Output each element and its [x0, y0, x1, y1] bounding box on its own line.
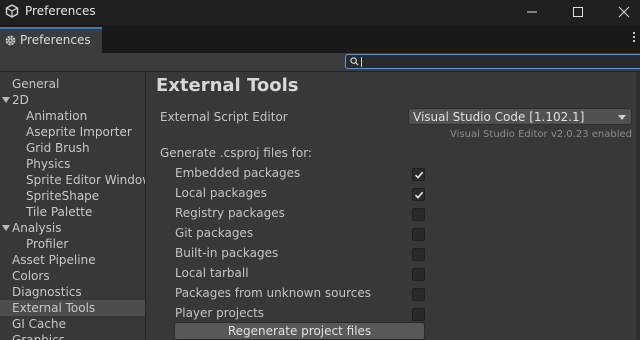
minimize-button[interactable]: [509, 0, 555, 25]
unity-logo-icon: [5, 4, 19, 18]
option-checkbox[interactable]: [412, 228, 425, 241]
option-checkbox[interactable]: [412, 268, 425, 281]
sidebar-item-label: Diagnostics: [12, 285, 82, 299]
search-input[interactable]: [345, 54, 640, 69]
sidebar-item-label: Colors: [12, 269, 50, 283]
tab-bar: Preferences: [0, 25, 640, 53]
script-editor-label: External Script Editor: [160, 110, 288, 124]
option-label: Git packages: [175, 226, 254, 240]
sidebar-item-spriteshape[interactable]: SpriteShape: [0, 188, 145, 204]
sidebar-item-label: 2D: [12, 93, 29, 107]
checkmark-icon: [414, 171, 424, 179]
sidebar-item-analysis[interactable]: Analysis: [0, 220, 145, 236]
sidebar-item-2d[interactable]: 2D: [0, 92, 145, 108]
option-checkbox[interactable]: [412, 308, 425, 321]
sidebar-item-label: Sprite Editor Window: [26, 173, 146, 187]
maximize-button[interactable]: [555, 0, 601, 25]
sidebar-item-label: Graphics: [12, 333, 65, 340]
sidebar-item-animation[interactable]: Animation: [0, 108, 145, 124]
sidebar-item-colors[interactable]: Colors: [0, 268, 145, 284]
sidebar-item-general[interactable]: General: [0, 76, 145, 92]
option-label: Local tarball: [175, 266, 249, 280]
sidebar-item-external-tools[interactable]: External Tools: [0, 300, 145, 316]
option-checkbox[interactable]: [412, 248, 425, 261]
option-label: Built-in packages: [175, 246, 279, 260]
sidebar-item-sprite-editor-window[interactable]: Sprite Editor Window: [0, 172, 145, 188]
sidebar-item-profiler[interactable]: Profiler: [0, 236, 145, 252]
gear-icon: [5, 35, 16, 46]
sidebar-item-label: Grid Brush: [26, 141, 90, 155]
option-checkbox[interactable]: [412, 208, 425, 221]
external-tools-panel: External Tools External Script Editor Vi…: [146, 72, 640, 340]
sidebar-item-label: GI Cache: [12, 317, 66, 331]
checkmark-icon: [414, 191, 424, 199]
text-caret: [361, 57, 362, 67]
editor-version-note: Visual Studio Editor v2.0.23 enabled: [450, 129, 632, 140]
close-icon: [618, 6, 630, 18]
generate-csproj-label: Generate .csproj files for:: [160, 146, 312, 160]
regenerate-project-files-button[interactable]: Regenerate project files: [174, 322, 425, 340]
option-label: Packages from unknown sources: [175, 286, 371, 300]
script-editor-dropdown[interactable]: Visual Studio Code [1.102.1]: [408, 108, 632, 125]
tab-preferences[interactable]: Preferences: [0, 27, 102, 53]
option-label: Player projects: [175, 306, 265, 320]
sidebar-item-label: Asset Pipeline: [12, 253, 96, 267]
search-row: [0, 53, 640, 72]
page-title: External Tools: [156, 75, 299, 96]
sidebar-item-label: General: [12, 77, 60, 91]
window-title-bar: Preferences: [0, 0, 640, 25]
option-label: Local packages: [175, 186, 267, 200]
option-checkbox[interactable]: [412, 188, 425, 201]
sidebar-item-physics[interactable]: Physics: [0, 156, 145, 172]
option-checkbox[interactable]: [412, 288, 425, 301]
sidebar-item-aseprite-importer[interactable]: Aseprite Importer: [0, 124, 145, 140]
sidebar-item-graphics[interactable]: Graphics: [0, 332, 145, 340]
sidebar-item-grid-brush[interactable]: Grid Brush: [0, 140, 145, 156]
sidebar-item-label: Analysis: [12, 221, 62, 235]
sidebar-item-label: Tile Palette: [26, 205, 93, 219]
sidebar-item-asset-pipeline[interactable]: Asset Pipeline: [0, 252, 145, 268]
sidebar-item-label: Physics: [26, 157, 71, 171]
script-editor-value: Visual Studio Code [1.102.1]: [413, 110, 585, 124]
expand-triangle-icon[interactable]: [2, 225, 10, 231]
option-label: Embedded packages: [175, 166, 301, 180]
option-label: Registry packages: [175, 206, 285, 220]
close-button[interactable]: [601, 0, 640, 25]
sidebar-item-label: SpriteShape: [26, 189, 100, 203]
sidebar-item-diagnostics[interactable]: Diagnostics: [0, 284, 145, 300]
option-checkbox[interactable]: [412, 168, 425, 181]
sidebar-item-label: Profiler: [26, 237, 69, 251]
maximize-icon: [573, 7, 583, 17]
chevron-down-icon: [618, 115, 626, 120]
scrollbar[interactable]: [636, 72, 640, 340]
tab-label: Preferences: [20, 33, 91, 47]
more-options-icon[interactable]: [630, 30, 638, 46]
sidebar-item-label: Animation: [26, 109, 88, 123]
search-icon: [350, 57, 359, 66]
expand-triangle-icon[interactable]: [2, 97, 10, 103]
sidebar-item-tile-palette[interactable]: Tile Palette: [0, 204, 145, 220]
minimize-icon: [527, 11, 537, 13]
preferences-sidebar: General 2D Animation Aseprite Importer Grid …: [0, 72, 146, 340]
window-title: Preferences: [25, 4, 96, 18]
sidebar-item-gi-cache[interactable]: GI Cache: [0, 316, 145, 332]
sidebar-item-label: Aseprite Importer: [26, 125, 132, 139]
sidebar-item-label: External Tools: [12, 301, 96, 315]
